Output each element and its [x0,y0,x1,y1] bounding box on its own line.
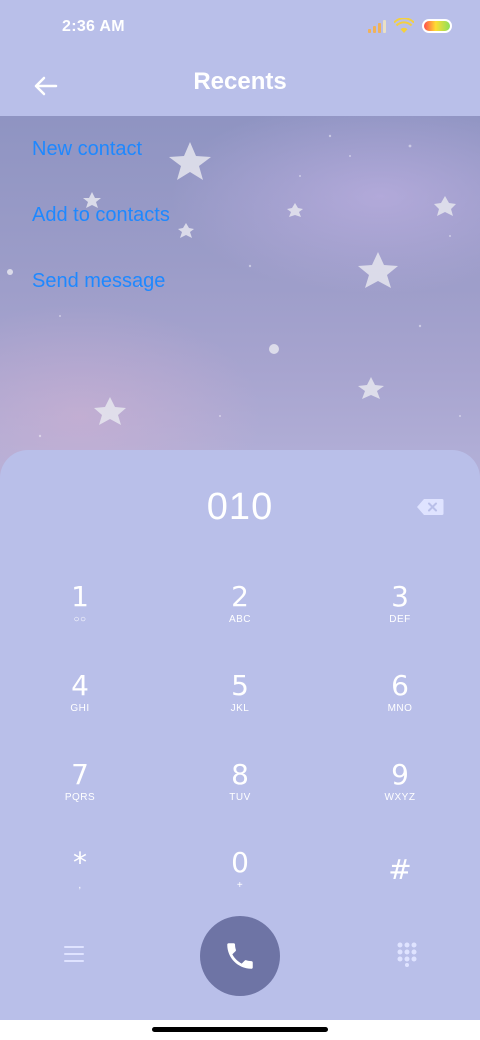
key-9[interactable]: 9 WXYZ [340,760,460,830]
app-header: Recents [0,56,480,116]
key-3[interactable]: 3 DEF [340,582,460,652]
key-digit: 8 [231,758,249,791]
key-letters: PQRS [64,792,96,803]
send-message-link[interactable]: Send message [32,270,165,293]
key-digit: * [73,846,87,879]
wallpaper-background [0,116,480,476]
key-digit: # [388,853,412,886]
page-title: Recents [193,68,287,95]
phone-icon [227,943,253,969]
wifi-icon [394,18,414,33]
key-letters: , [78,880,82,891]
voicemail-icon: ○○ [73,614,87,625]
key-digit: 3 [391,580,409,613]
key-2[interactable]: 2 ABC [180,582,300,652]
status-time: 2:36 AM [62,18,125,35]
key-7[interactable]: 7 PQRS [20,760,140,830]
key-8[interactable]: 8 TUV [180,760,300,830]
key-letters: ABC [228,614,252,625]
key-letters: MNO [387,703,413,714]
key-digit: 4 [71,669,89,702]
menu-icon[interactable] [64,946,84,962]
add-to-contacts-link[interactable]: Add to contacts [32,204,170,227]
battery-icon [422,19,452,33]
key-digit: 7 [71,758,89,791]
signal-icon [368,19,386,33]
dialpad-panel: 010 1 ○○ 2 ABC 3 DEF 4 GHI 5 JKL 6 MNO 7… [0,450,480,1020]
system-nav-bar [0,1020,480,1040]
new-contact-link[interactable]: New contact [32,138,142,161]
key-letters: TUV [229,792,251,803]
key-letters: DEF [389,614,411,625]
star-decoration [7,134,461,438]
key-digit: 0 [231,846,249,879]
home-indicator[interactable] [152,1027,328,1032]
dialed-number: 010 [206,486,274,528]
key-5[interactable]: 5 JKL [180,671,300,741]
call-button[interactable] [200,916,280,996]
key-digit: 2 [231,580,249,613]
status-bar: 2:36 AM [0,0,480,56]
keypad-icon[interactable] [396,941,418,967]
key-6[interactable]: 6 MNO [340,671,460,741]
dialer-bottom-actions [0,908,480,998]
key-letters: WXYZ [384,792,416,803]
key-letters: JKL [230,703,250,714]
status-icons [368,18,452,34]
key-letters: + [236,880,244,891]
key-digit: 1 [71,580,89,613]
key-4[interactable]: 4 GHI [20,671,140,741]
key-digit: 9 [391,758,409,791]
key-digit: 6 [391,669,409,702]
key-1[interactable]: 1 ○○ [20,582,140,652]
backspace-icon[interactable] [416,498,444,516]
key-letters: GHI [70,703,90,714]
key-digit: 5 [231,669,249,702]
